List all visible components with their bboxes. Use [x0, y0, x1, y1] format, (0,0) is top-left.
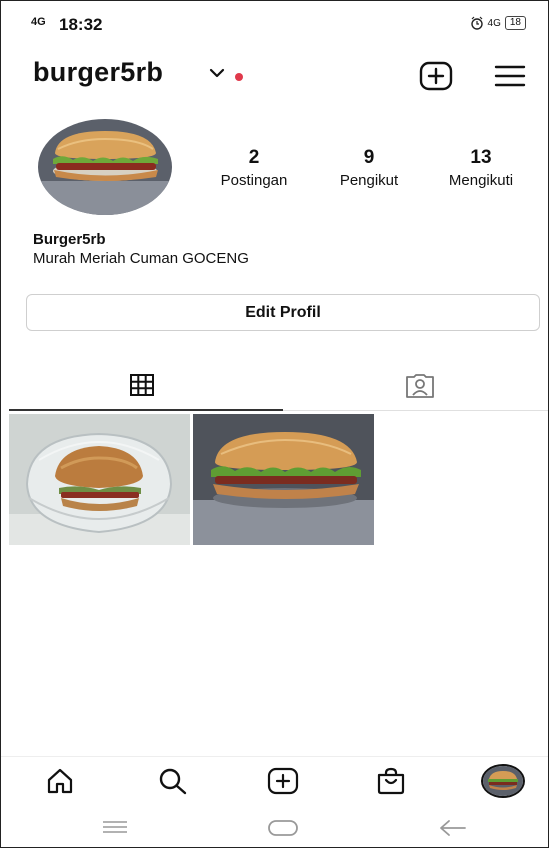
chevron-down-icon[interactable]	[209, 68, 225, 78]
tagged-person-icon	[406, 374, 434, 398]
followers-count[interactable]: 9 Pengikut	[323, 147, 415, 189]
post-thumbnail-1[interactable]	[9, 414, 190, 545]
profile-avatar-nav[interactable]	[481, 764, 525, 798]
grid-icon	[130, 374, 154, 396]
status-bar: 4G 18:32 4G 18	[1, 11, 548, 39]
post-thumbnail-2[interactable]	[193, 414, 374, 545]
profile-bio: Murah Meriah Cuman GOCENG	[33, 250, 249, 267]
burger-box-photo	[9, 414, 190, 545]
menu-icon[interactable]	[101, 819, 129, 835]
network-indicator-right: 4G	[487, 17, 501, 29]
back-icon[interactable]	[437, 819, 467, 837]
following-number: 13	[470, 147, 492, 168]
followers-label: Pengikut	[339, 172, 399, 189]
network-indicator: 4G	[31, 16, 46, 28]
status-time: 18:32	[59, 15, 103, 34]
edit-profile-button[interactable]: Edit Profil	[26, 294, 540, 331]
burger-table-photo	[193, 414, 374, 545]
burger-mini-icon	[483, 766, 523, 796]
menu-icon[interactable]	[494, 65, 526, 87]
home-pill-icon[interactable]	[267, 819, 299, 837]
posts-label: Postingan	[220, 172, 288, 189]
posts-count[interactable]: 2 Postingan	[201, 147, 307, 189]
new-post-button[interactable]	[419, 61, 453, 91]
following-count[interactable]: 13 Mengikuti	[431, 147, 531, 189]
battery-indicator: 18	[504, 16, 526, 30]
alarm-icon	[470, 16, 483, 30]
tab-posts-grid[interactable]	[9, 365, 283, 411]
tab-tagged[interactable]	[283, 365, 548, 411]
search-icon[interactable]	[158, 767, 188, 795]
profile-avatar[interactable]	[38, 119, 172, 215]
add-post-icon[interactable]	[267, 767, 299, 795]
notification-dot	[235, 73, 243, 81]
phone-screen: 4G 18:32 4G 18 burger5rb 2 Postingan 9 P…	[0, 0, 549, 848]
home-icon[interactable]	[46, 767, 74, 795]
following-label: Mengikuti	[448, 172, 514, 189]
status-right: 4G 18	[470, 16, 526, 30]
burger-photo	[38, 119, 172, 215]
posts-number: 2	[248, 147, 260, 168]
profile-header: burger5rb	[1, 53, 548, 103]
system-navigation	[1, 809, 548, 847]
followers-number: 9	[363, 147, 375, 168]
username-title[interactable]: burger5rb	[33, 57, 163, 88]
shop-icon[interactable]	[376, 767, 406, 795]
profile-name: Burger5rb	[33, 231, 106, 248]
bottom-navigation	[1, 756, 548, 807]
